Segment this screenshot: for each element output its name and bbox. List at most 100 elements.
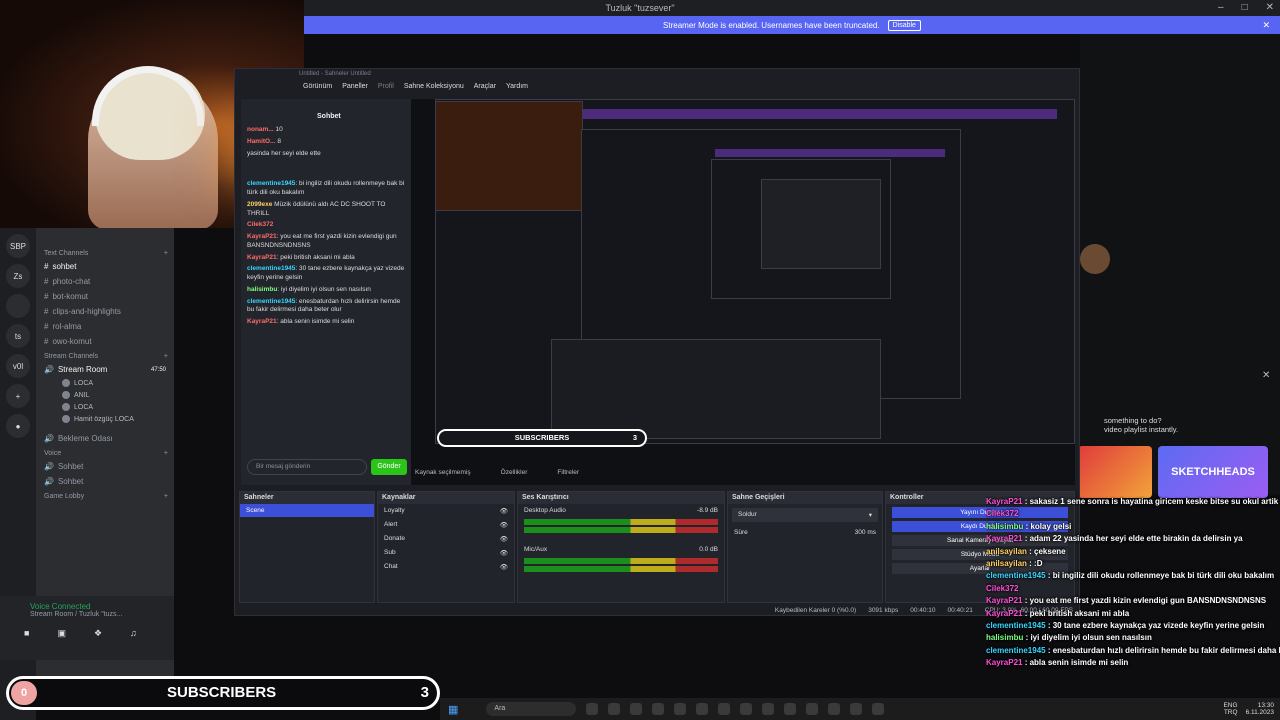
channel-clips[interactable]: # clips-and-highlights [36, 304, 174, 319]
category-text[interactable]: Text Channels + [36, 246, 174, 259]
channel-photo-chat[interactable]: # photo-chat [36, 274, 174, 289]
filters-tab[interactable]: Filtreler [557, 469, 579, 476]
voice-user-label: ANIL [74, 391, 90, 399]
app-icon[interactable] [674, 703, 687, 715]
voice-user[interactable]: LOCA [36, 401, 174, 413]
dropped-frames: Kaybedilen Kareler 0 (%0.0) [774, 606, 857, 614]
language-indicator[interactable]: ENG TRQ [1223, 702, 1237, 716]
minimize-icon[interactable]: – [1218, 2, 1224, 13]
eye-icon[interactable]: 👁 [500, 535, 508, 543]
close-icon[interactable]: ✕ [1262, 370, 1270, 381]
add-channel-icon[interactable]: + [164, 450, 168, 457]
taskbar-search[interactable]: Ara [486, 702, 577, 716]
server-icon-3[interactable] [6, 294, 30, 318]
windows-start-icon[interactable]: ▦ [448, 703, 458, 716]
eye-icon[interactable]: 👁 [500, 507, 508, 515]
avatar [62, 379, 70, 387]
app-icon[interactable] [828, 703, 841, 715]
voice-channel-stream-room[interactable]: 🔊 Stream Room 47:50 [36, 362, 174, 377]
source-item[interactable]: Sub 👁 [378, 546, 514, 560]
eye-icon[interactable]: 👁 [500, 521, 508, 529]
add-channel-icon[interactable]: + [164, 353, 168, 360]
server-icon-1[interactable]: SBP [6, 234, 30, 258]
category-game[interactable]: Game Lobby + [36, 489, 174, 502]
chat-input[interactable]: Bir mesaj gönderin [247, 459, 367, 475]
source-item[interactable]: Loyalty 👁 [378, 504, 514, 518]
server-icon-5[interactable]: v0l [6, 354, 30, 378]
app-icon[interactable] [718, 703, 731, 715]
voice-channel-path[interactable]: Stream Room / Tuzluk "tuzs... [0, 611, 174, 618]
disable-streamer-mode-button[interactable]: Disable [887, 19, 921, 31]
app-icon[interactable] [696, 703, 709, 715]
properties-tab[interactable]: Özellikler [501, 469, 528, 476]
voice-user[interactable]: LOCA [36, 377, 174, 389]
eye-icon[interactable]: 👁 [500, 549, 508, 557]
add-channel-icon[interactable]: + [164, 250, 168, 257]
chat-user: clementine1945 [986, 645, 1046, 655]
channel-sohbet[interactable]: # sohbet [36, 259, 174, 274]
game-tile-1[interactable] [1078, 446, 1152, 498]
chat-user: Cilek372 [247, 221, 274, 229]
menu-help[interactable]: Yardım [506, 83, 528, 97]
channel-label: rol-alma [52, 322, 82, 331]
source-label: Sub [384, 549, 396, 556]
maximize-icon[interactable]: □ [1242, 2, 1248, 13]
camera-icon[interactable]: ■ [24, 628, 29, 639]
eye-icon[interactable]: 👁 [500, 563, 508, 571]
app-icon[interactable] [806, 703, 819, 715]
source-item[interactable]: Donate 👁 [378, 532, 514, 546]
menu-view[interactable]: Görünüm [303, 83, 332, 97]
menu-docks[interactable]: Paneller [342, 83, 368, 97]
source-item[interactable]: Chat 👁 [378, 560, 514, 574]
menu-profile[interactable]: Profil [378, 83, 394, 97]
channel-label: photo-chat [52, 277, 91, 286]
app-icon[interactable] [608, 703, 621, 715]
streamer-mode-text: Streamer Mode is enabled. Usernames have… [663, 20, 880, 30]
category-stream[interactable]: Stream Channels + [36, 349, 174, 362]
screenshare-icon[interactable]: ▣ [57, 628, 66, 639]
category-voice[interactable]: Voice + [36, 446, 174, 459]
lang-line: TRQ [1223, 709, 1238, 716]
channel-bot-komut[interactable]: # bot-komut [36, 289, 174, 304]
duration-value[interactable]: 300 ms [855, 529, 876, 536]
app-icon[interactable] [630, 703, 643, 715]
game-tile-2[interactable]: SKETCHHEADS [1158, 446, 1268, 498]
chat-title: Sohbet [317, 113, 341, 120]
transition-select[interactable]: Soldur ▾ [732, 508, 878, 522]
app-icon[interactable] [586, 703, 599, 715]
add-server-icon[interactable]: + [6, 384, 30, 408]
close-icon[interactable]: ✕ [1266, 2, 1274, 13]
overlay-chat: KayraP21 : sakasiz 1 sene sonra is hayat… [986, 496, 1280, 720]
scene-item[interactable]: Scene [240, 504, 374, 517]
soundboard-icon[interactable]: ♫ [130, 628, 137, 639]
activities-icon[interactable]: ❖ [94, 628, 102, 639]
app-icon[interactable] [850, 703, 863, 715]
voice-channel-sohbet-1[interactable]: 🔊 Sohbet [36, 459, 174, 474]
explore-icon[interactable]: ● [6, 414, 30, 438]
server-icon-2[interactable]: Zs [6, 264, 30, 288]
voice-user[interactable]: Hamit özgüç LOCA [36, 413, 174, 425]
send-button[interactable]: Gönder [371, 459, 407, 475]
app-icon[interactable] [784, 703, 797, 715]
menu-tools[interactable]: Araçlar [474, 83, 496, 97]
app-icon[interactable] [872, 703, 885, 715]
server-icon-4[interactable]: ts [6, 324, 30, 348]
banner-close-icon[interactable]: ✕ [1262, 20, 1270, 31]
voice-user[interactable]: ANIL [36, 389, 174, 401]
menu-scene-collection[interactable]: Sahne Koleksiyonu [404, 83, 464, 97]
app-icon[interactable] [740, 703, 753, 715]
voice-channel-sohbet-2[interactable]: 🔊 Sohbet [36, 474, 174, 489]
chat-text: yasinda her seyi elde ette [247, 149, 321, 157]
voice-channel-bekleme[interactable]: 🔊 Bekleme Odası [36, 431, 174, 446]
channel-owo-komut[interactable]: # owo-komut [36, 334, 174, 349]
app-icon[interactable] [762, 703, 775, 715]
taskbar-apps [586, 703, 885, 715]
source-item[interactable]: Alert 👁 [378, 518, 514, 532]
volume-meter [524, 519, 718, 525]
clock[interactable]: 13:30 6.11.2023 [1246, 702, 1274, 716]
channel-rol-alma[interactable]: # rol-alma [36, 319, 174, 334]
app-icon[interactable] [652, 703, 665, 715]
add-channel-icon[interactable]: + [164, 493, 168, 500]
sources-title: Kaynaklar [378, 492, 514, 504]
obs-preview[interactable]: Sohbet nonam... 10 HamitO... 8 yasinda h… [241, 99, 1075, 485]
